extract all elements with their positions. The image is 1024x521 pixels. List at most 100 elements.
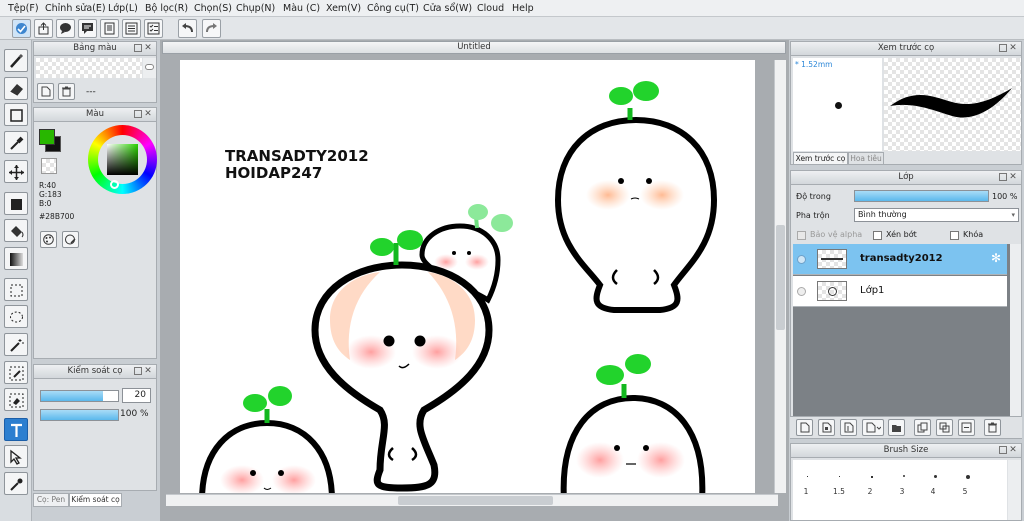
brush-size-slider[interactable]: [40, 390, 119, 402]
menu-select[interactable]: Chọn(S): [194, 3, 232, 14]
redo-icon[interactable]: [202, 19, 221, 38]
merge-down-icon[interactable]: [936, 419, 953, 436]
tab-brush-pen[interactable]: Cọ: Pen: [33, 493, 69, 507]
menu-edit[interactable]: Chỉnh sửa(E): [45, 3, 106, 14]
text-icon[interactable]: [4, 418, 28, 441]
layer-name: Lớp1: [860, 285, 885, 296]
menu-window[interactable]: Cửa sổ(W): [423, 3, 472, 14]
trash-icon[interactable]: [58, 83, 75, 100]
new-layer-1bit-icon[interactable]: [840, 419, 857, 436]
maximize-icon[interactable]: [999, 446, 1007, 454]
eraser-icon[interactable]: [4, 77, 28, 100]
maximize-icon[interactable]: [999, 44, 1007, 52]
blend-mode-select[interactable]: Bình thường ▾: [854, 208, 1019, 222]
brush-icon[interactable]: [4, 49, 28, 72]
brush-size-2[interactable]: 2: [860, 487, 880, 496]
new-layer-8bit-icon[interactable]: [818, 419, 835, 436]
gear-icon[interactable]: ✻: [991, 251, 1001, 265]
new-layer-icon[interactable]: [796, 419, 813, 436]
undo-icon[interactable]: [178, 19, 197, 38]
page-icon[interactable]: [100, 19, 119, 38]
brush-size-input[interactable]: 20: [122, 388, 151, 403]
menu-capture[interactable]: Chụp(N): [236, 3, 275, 14]
brush-size-5[interactable]: 5: [955, 487, 975, 496]
rectangle-icon[interactable]: [4, 103, 28, 126]
close-icon[interactable]: ✕: [1008, 172, 1018, 182]
chat-icon[interactable]: [56, 19, 75, 38]
checklist-icon[interactable]: [144, 19, 163, 38]
transfer-layer-icon[interactable]: [958, 419, 975, 436]
layer-row-lop1[interactable]: Lớp1: [793, 276, 1007, 307]
eyedropper-icon[interactable]: [4, 472, 28, 495]
delete-layer-icon[interactable]: [984, 419, 1001, 436]
maximize-icon[interactable]: [134, 44, 142, 52]
maximize-icon[interactable]: [134, 110, 142, 118]
maximize-icon[interactable]: [999, 173, 1007, 181]
horizontal-scrollbar[interactable]: [166, 494, 778, 506]
operation-icon[interactable]: [4, 445, 28, 468]
color-panel-title: Màu: [86, 109, 104, 119]
lasso-icon[interactable]: [4, 305, 28, 328]
cloud-icon[interactable]: [12, 19, 31, 38]
duplicate-layer-icon[interactable]: [914, 419, 931, 436]
select-eraser-icon[interactable]: [4, 388, 28, 411]
color-wheel[interactable]: [88, 125, 157, 194]
close-icon[interactable]: ✕: [1008, 445, 1018, 455]
folder-icon[interactable]: [888, 419, 905, 436]
select-pen-icon[interactable]: [4, 361, 28, 384]
comment-icon[interactable]: [78, 19, 97, 38]
menu-view[interactable]: Xem(V): [326, 3, 361, 14]
export-icon[interactable]: [34, 19, 53, 38]
move-icon[interactable]: [4, 160, 28, 183]
menu-file[interactable]: Tệp(F): [8, 3, 39, 14]
menu-layer[interactable]: Lớp(L): [108, 3, 138, 14]
menu-help[interactable]: Help: [512, 3, 534, 14]
palette-icon[interactable]: [40, 231, 57, 248]
add-layer-dropdown-icon[interactable]: [862, 419, 884, 436]
maximize-icon[interactable]: [134, 367, 142, 375]
list-icon[interactable]: [122, 19, 141, 38]
swatch-area[interactable]: [36, 58, 142, 78]
swatch-scrollbar[interactable]: [143, 58, 156, 78]
vertical-scrollbar[interactable]: [774, 60, 786, 493]
clipping-checkbox[interactable]: [873, 231, 882, 240]
close-icon[interactable]: ✕: [143, 109, 153, 119]
select-rect-icon[interactable]: [4, 278, 28, 301]
tab-navigator[interactable]: Hoa tiêu: [848, 152, 884, 165]
brush-opacity-slider[interactable]: [40, 409, 119, 421]
close-icon[interactable]: ✕: [143, 366, 153, 376]
brush-size-4[interactable]: 4: [923, 487, 943, 496]
close-icon[interactable]: ✕: [1008, 43, 1018, 53]
main-color-swatch[interactable]: [39, 129, 55, 145]
fill-rect-icon[interactable]: [4, 192, 28, 215]
drawing-canvas[interactable]: TRANSADTY2012 HOIDAP247: [180, 60, 755, 493]
magic-wand-icon[interactable]: [4, 333, 28, 356]
brush-size-1[interactable]: 1: [796, 487, 816, 496]
tab-brush-preview[interactable]: Xem trước cọ: [793, 152, 848, 165]
menu-cloud[interactable]: Cloud: [477, 3, 504, 14]
new-swatch-icon[interactable]: [37, 83, 54, 100]
pen-icon[interactable]: [4, 131, 28, 154]
visibility-icon[interactable]: [797, 255, 806, 264]
chevron-down-icon: ▾: [1011, 211, 1015, 219]
layer-opacity-value: 100 %: [992, 192, 1018, 201]
transparent-color-swatch[interactable]: [41, 158, 57, 174]
layer-opacity-slider[interactable]: [854, 190, 989, 202]
close-icon[interactable]: ✕: [143, 43, 153, 53]
protect-alpha-checkbox[interactable]: [797, 231, 806, 240]
bucket-icon[interactable]: [4, 219, 28, 242]
gradient-icon[interactable]: [4, 247, 28, 270]
visibility-icon[interactable]: [797, 287, 806, 296]
menu-filter[interactable]: Bộ lọc(R): [145, 3, 188, 14]
brush-size-scrollbar[interactable]: [1008, 460, 1021, 520]
layer-list-scrollbar[interactable]: [1010, 244, 1021, 417]
menu-tools[interactable]: Công cụ(T): [367, 3, 419, 14]
palette-edit-icon[interactable]: [62, 231, 79, 248]
lock-checkbox[interactable]: [950, 231, 959, 240]
brush-size-3[interactable]: 3: [892, 487, 912, 496]
document-tab[interactable]: Untitled: [162, 41, 786, 54]
layer-row-transadty2012[interactable]: transadty2012 ✻: [793, 244, 1007, 275]
brush-size-1-5[interactable]: 1.5: [829, 487, 849, 496]
tab-brush-control[interactable]: Kiểm soát cọ: [69, 493, 122, 507]
menu-color[interactable]: Màu (C): [283, 3, 320, 14]
